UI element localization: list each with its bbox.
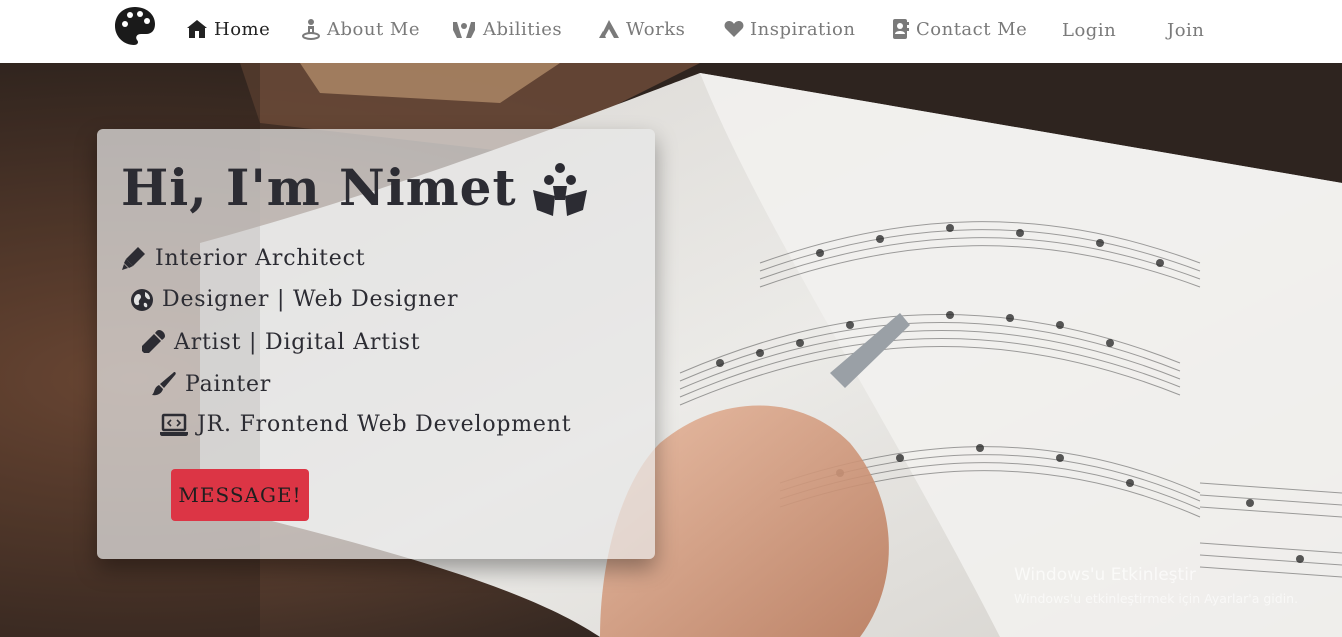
eyedropper-icon xyxy=(142,330,165,353)
nav-works-label: Works xyxy=(626,18,686,40)
palette-logo-icon[interactable] xyxy=(114,6,156,46)
nav-contact-me[interactable]: Contact Me xyxy=(892,16,1027,42)
join-link[interactable]: Join xyxy=(1167,17,1204,43)
windows-activation-subtitle: Windows'u etkinleştirmek için Ayarlar'a … xyxy=(1014,591,1299,606)
role-designer: Designer | Web Designer xyxy=(130,287,458,312)
windows-activation-title: Windows'u Etkinleştir xyxy=(1014,565,1196,585)
nav-works[interactable]: Works xyxy=(598,16,685,42)
role-text: Interior Architect xyxy=(155,245,366,271)
message-button[interactable]: MESSAGE! xyxy=(171,469,309,521)
address-book-icon xyxy=(893,19,909,39)
login-label: Login xyxy=(1062,19,1117,41)
role-artist: Artist | Digital Artist xyxy=(140,329,420,355)
role-text: Artist | Digital Artist xyxy=(174,329,421,355)
role-text: JR. Frontend Web Development xyxy=(197,412,572,437)
hands-icon xyxy=(453,22,475,38)
role-painter: Painter xyxy=(151,371,271,397)
nav-about-label: About Me xyxy=(327,18,420,40)
laptop-code-icon xyxy=(160,413,188,436)
nav-contact-label: Contact Me xyxy=(916,18,1028,40)
person-icon xyxy=(302,19,320,40)
login-link[interactable]: Login xyxy=(1062,17,1116,43)
role-text: Designer | Web Designer xyxy=(162,287,459,312)
role-frontend-developer: JR. Frontend Web Development xyxy=(159,412,571,437)
nav-inspiration[interactable]: Inspiration xyxy=(724,16,855,42)
globe-icon xyxy=(131,288,153,311)
role-interior-architect: Interior Architect xyxy=(121,245,365,271)
top-navbar: Home About Me Abilities Works Inspiratio… xyxy=(0,0,1342,63)
headline-text: Hi, I'm Nimet xyxy=(121,158,517,217)
nav-home[interactable]: Home xyxy=(186,16,270,42)
house-icon xyxy=(187,20,207,38)
intro-headline: Hi, I'm Nimet xyxy=(121,158,589,217)
nav-about-me[interactable]: About Me xyxy=(301,16,420,42)
nav-inspiration-label: Inspiration xyxy=(750,18,856,40)
nav-home-label: Home xyxy=(214,18,271,40)
nav-abilities-label: Abilities xyxy=(483,18,563,40)
paintbrush-icon xyxy=(152,372,176,396)
heart-icon xyxy=(724,21,744,37)
highlighter-icon xyxy=(122,247,145,270)
nav-abilities[interactable]: Abilities xyxy=(451,16,562,42)
join-label: Join xyxy=(1167,19,1205,41)
triangle-logo-icon xyxy=(599,20,619,38)
role-text: Painter xyxy=(185,371,272,397)
hands-helping-icon xyxy=(532,162,587,216)
